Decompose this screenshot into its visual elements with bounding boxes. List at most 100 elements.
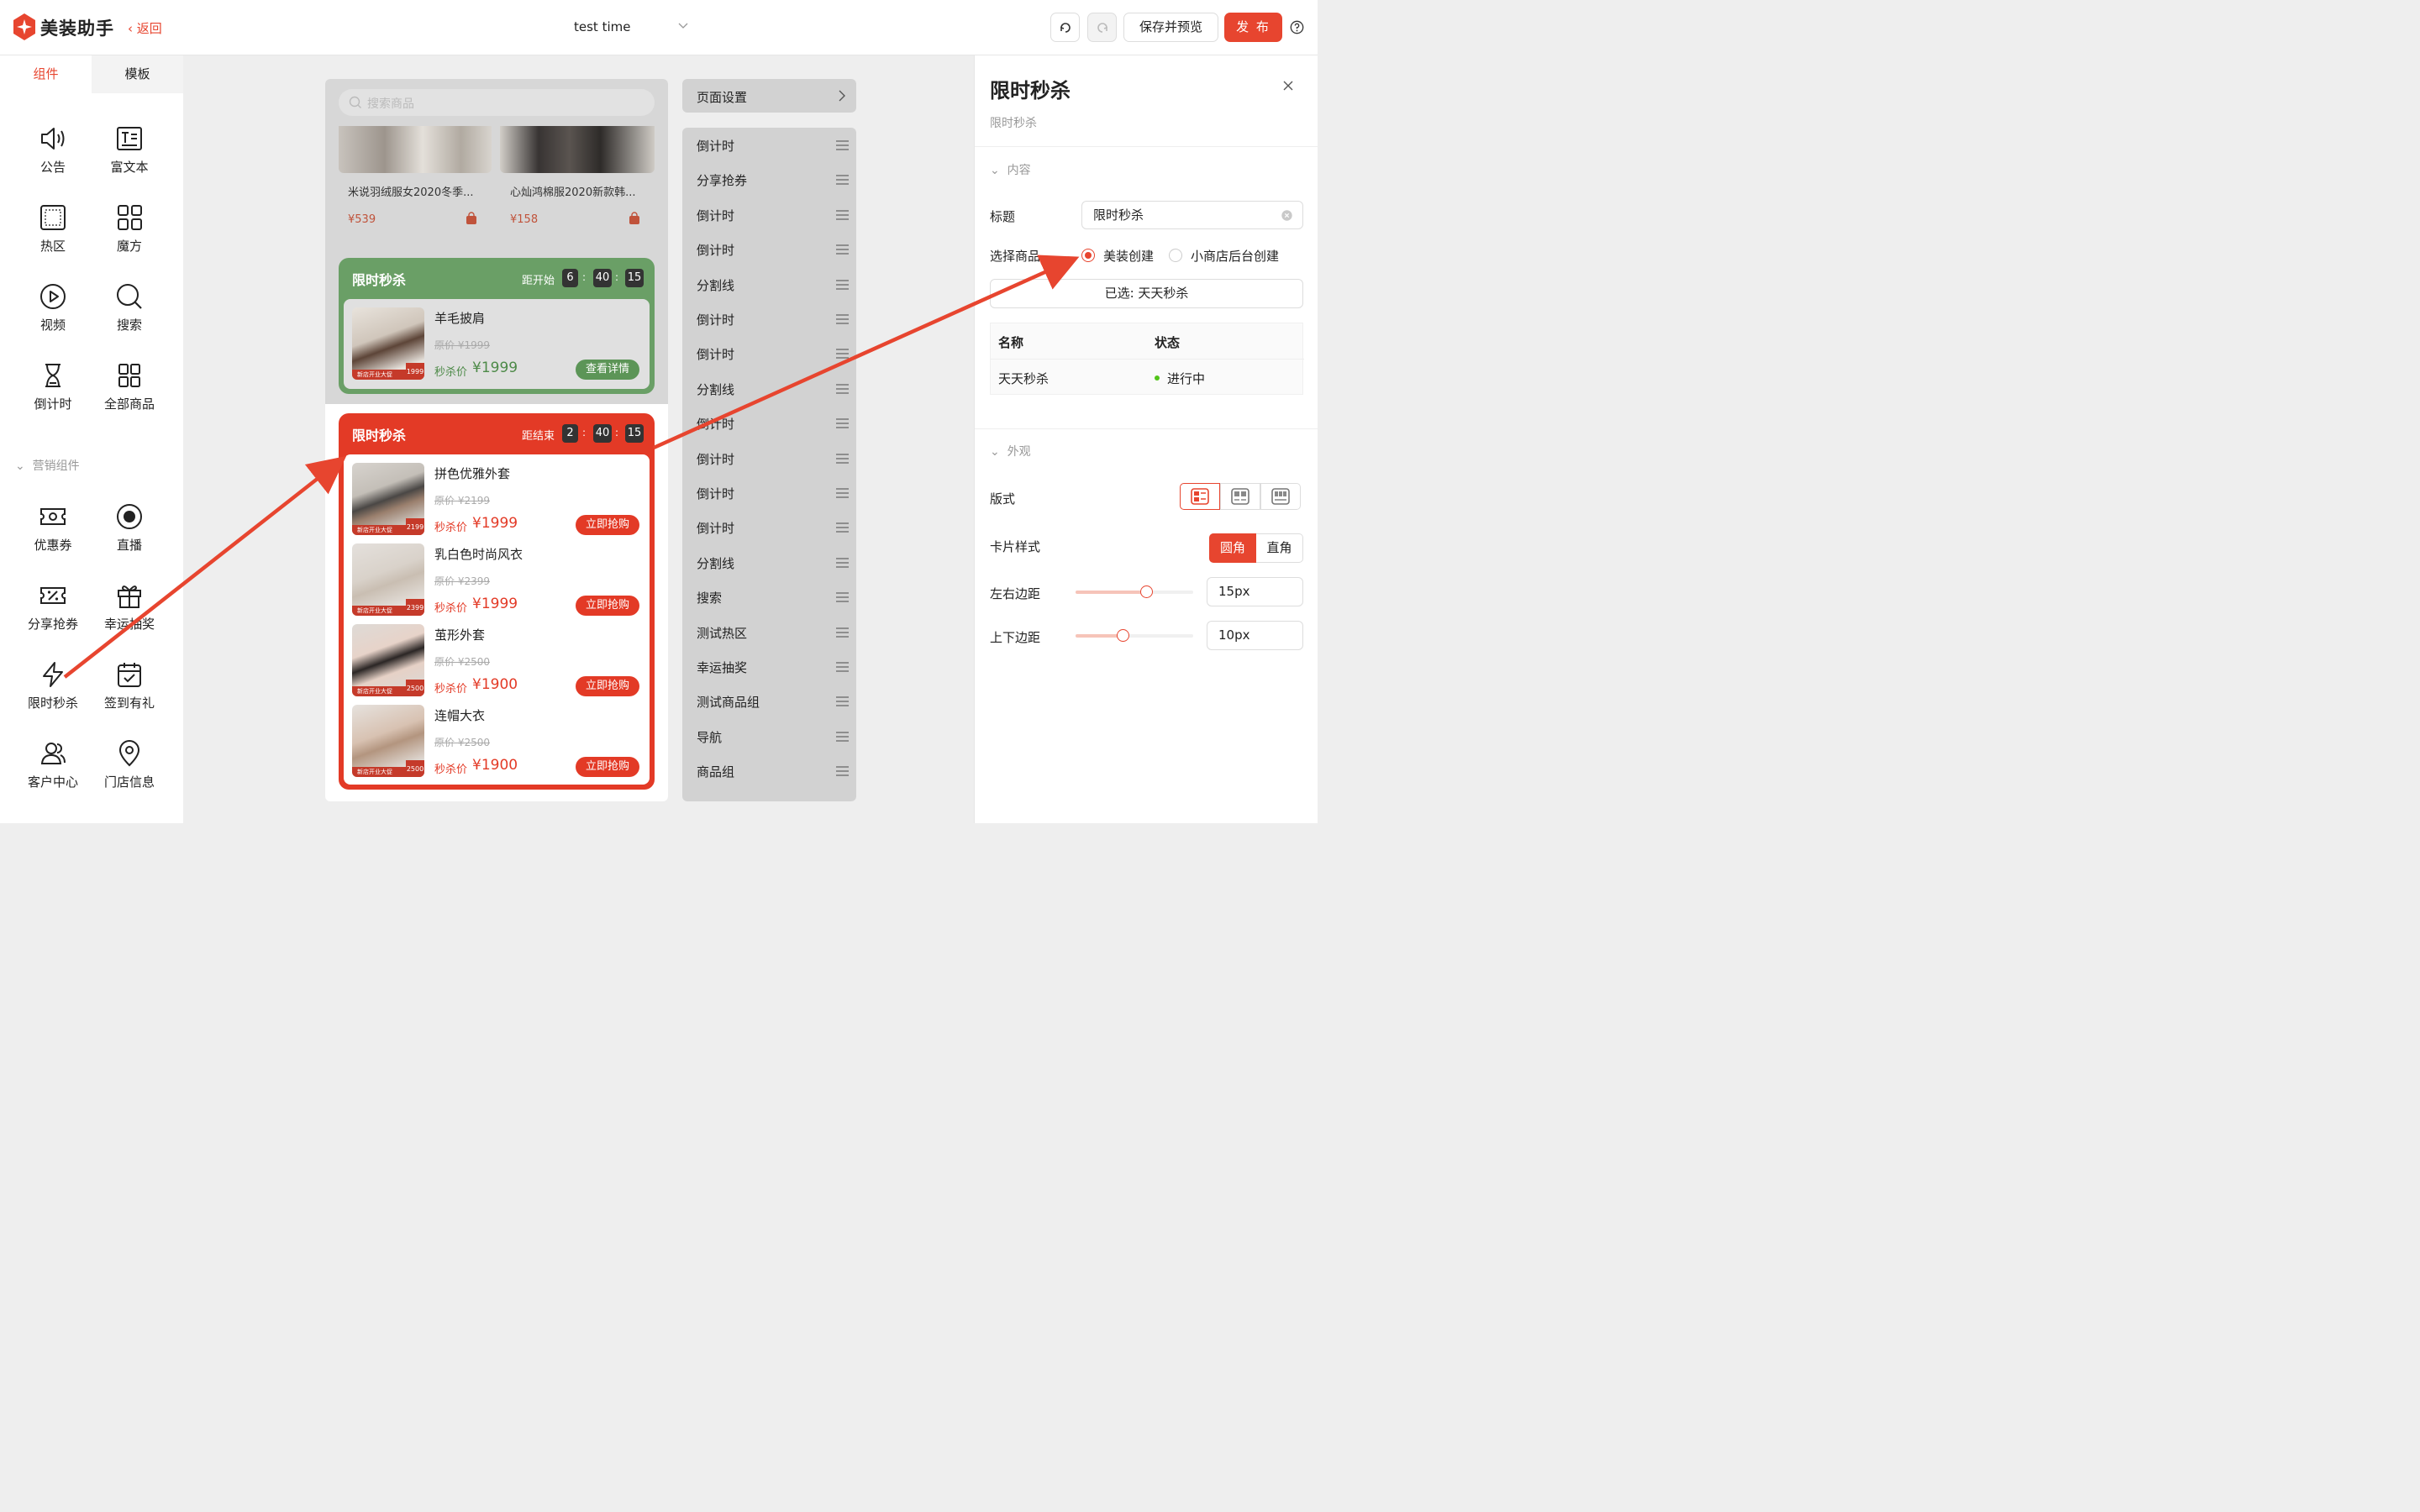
clear-icon[interactable] (1281, 210, 1292, 221)
component-coupon[interactable]: 优惠券 (19, 502, 87, 561)
buy-now-button[interactable]: 立即抢购 (576, 515, 639, 535)
layout-option-three-column[interactable] (1260, 483, 1301, 510)
view-details-button[interactable]: 查看详情 (576, 360, 639, 380)
drag-handle-icon[interactable] (836, 384, 849, 394)
drag-handle-icon[interactable] (836, 244, 849, 255)
card-style-square-button[interactable]: 直角 (1256, 533, 1303, 563)
flash-sale-block-active[interactable]: 限时秒杀 距结束 2 : 40 : 15 新店开业大促 2199 拼色优雅外套 … (339, 413, 655, 790)
marketing-section-header[interactable]: ⌄ 营销组件 (15, 457, 80, 474)
horizontal-margin-input[interactable]: 15px (1207, 577, 1303, 606)
doc-title-select[interactable]: test time (574, 19, 630, 34)
drag-handle-icon[interactable] (836, 140, 849, 150)
chevron-down-icon[interactable] (677, 20, 689, 32)
drag-handle-icon[interactable] (836, 349, 849, 360)
component-customer-center[interactable]: 客户中心 (19, 739, 87, 798)
component-list-item[interactable]: 导航 (682, 719, 856, 753)
component-list-item[interactable]: 测试热区 (682, 615, 856, 649)
component-list-item[interactable]: 商品组 (682, 753, 856, 788)
component-list-item[interactable]: 倒计时 (682, 302, 856, 336)
shopping-bag-icon[interactable] (465, 212, 478, 225)
layout-option-two-column[interactable] (1220, 483, 1260, 510)
drag-handle-icon[interactable] (836, 627, 849, 638)
content-section-header[interactable]: ⌄ 内容 (990, 161, 1031, 178)
drag-handle-icon[interactable] (836, 662, 849, 672)
component-store-info[interactable]: 门店信息 (96, 739, 163, 798)
help-icon[interactable] (1290, 20, 1304, 34)
slider-handle[interactable] (1117, 629, 1129, 642)
component-list-item[interactable]: 测试商品组 (682, 684, 856, 718)
drag-handle-icon[interactable] (836, 696, 849, 707)
component-list-item[interactable]: 倒计时 (682, 441, 856, 475)
component-list-item[interactable]: 倒计时 (682, 232, 856, 266)
drag-handle-icon[interactable] (836, 592, 849, 602)
component-list-item[interactable]: 倒计时 (682, 510, 856, 544)
buy-now-button[interactable]: 立即抢购 (576, 676, 639, 696)
slider-handle[interactable] (1140, 585, 1153, 598)
component-lucky-draw[interactable]: 幸运抽奖 (96, 581, 163, 640)
component-live[interactable]: 直播 (96, 502, 163, 561)
drag-handle-icon[interactable] (836, 453, 849, 464)
tab-components[interactable]: 组件 (0, 55, 92, 93)
component-list-item[interactable]: 分享抢券 (682, 162, 856, 197)
flash-sale-item[interactable]: 新店开业大促 1999 羊毛披肩 原价 ¥1999 秒杀价 ¥1999 查看详情 (344, 299, 650, 389)
component-list-item[interactable]: 分割线 (682, 371, 856, 406)
flash-sale-block-upcoming[interactable]: 限时秒杀 距开始 6 : 40 : 15 新店开业大促 1999 羊毛披肩 原价… (339, 258, 655, 394)
preview-search-bar[interactable]: 搜索商品 (339, 89, 655, 116)
drag-handle-icon[interactable] (836, 766, 849, 776)
buy-now-button[interactable]: 立即抢购 (576, 596, 639, 616)
publish-button[interactable]: 发 布 (1224, 13, 1282, 42)
redo-button[interactable] (1087, 13, 1117, 42)
drag-handle-icon[interactable] (836, 279, 849, 290)
component-share-coupon[interactable]: 分享抢券 (19, 581, 87, 640)
layout-option-list[interactable] (1180, 483, 1220, 510)
horizontal-margin-slider[interactable] (1076, 585, 1193, 598)
back-link[interactable]: ‹ 返回 (128, 19, 162, 37)
component-all-goods[interactable]: 全部商品 (96, 361, 163, 420)
title-input[interactable]: 限时秒杀 (1081, 201, 1303, 229)
product-image[interactable]: 新店开业大促 2399 (352, 543, 424, 616)
product-image[interactable] (339, 126, 492, 173)
component-search[interactable]: 搜索 (96, 282, 163, 341)
tab-templates[interactable]: 模板 (92, 55, 183, 93)
component-check-in[interactable]: 签到有礼 (96, 660, 163, 719)
component-flash-sale[interactable]: 限时秒杀 (19, 660, 87, 719)
drag-handle-icon[interactable] (836, 418, 849, 428)
product-image[interactable]: 新店开业大促 2199 (352, 463, 424, 535)
product-image[interactable]: 新店开业大促 2500 (352, 624, 424, 696)
card-style-rounded-button[interactable]: 圆角 (1209, 533, 1256, 563)
drag-handle-icon[interactable] (836, 522, 849, 533)
drag-handle-icon[interactable] (836, 175, 849, 186)
selected-goods-button[interactable]: 已选: 天天秒杀 (990, 279, 1303, 308)
appearance-section-header[interactable]: ⌄ 外观 (990, 443, 1031, 459)
component-hotspot[interactable]: 热区 (19, 203, 87, 262)
drag-handle-icon[interactable] (836, 314, 849, 324)
drag-handle-icon[interactable] (836, 558, 849, 568)
component-list-item[interactable]: 分割线 (682, 267, 856, 302)
component-list-item[interactable]: 倒计时 (682, 406, 856, 440)
component-list-item[interactable]: 倒计时 (682, 197, 856, 232)
component-list-item[interactable]: 倒计时 (682, 128, 856, 162)
undo-button[interactable] (1050, 13, 1080, 42)
table-row[interactable]: 天天秒杀 进行中 (991, 360, 1304, 395)
drag-handle-icon[interactable] (836, 488, 849, 498)
component-list-item[interactable]: 幸运抽奖 (682, 649, 856, 684)
component-list-item[interactable]: 倒计时 (682, 475, 856, 510)
component-video[interactable]: 视频 (19, 282, 87, 341)
product-image[interactable] (500, 126, 655, 173)
vertical-margin-input[interactable]: 10px (1207, 621, 1303, 650)
page-settings-button[interactable]: 页面设置 (682, 79, 856, 113)
component-notice[interactable]: 公告 (19, 124, 87, 183)
drag-handle-icon[interactable] (836, 210, 849, 220)
radio-meizhuang-created[interactable] (1081, 249, 1095, 262)
drag-handle-icon[interactable] (836, 732, 849, 742)
component-cube[interactable]: 魔方 (96, 203, 163, 262)
save-preview-button[interactable]: 保存并预览 (1123, 13, 1218, 42)
vertical-margin-slider[interactable] (1076, 629, 1193, 642)
product-image[interactable]: 新店开业大促 2500 (352, 705, 424, 777)
shopping-bag-icon[interactable] (628, 212, 641, 225)
component-countdown[interactable]: 倒计时 (19, 361, 87, 420)
component-list-item[interactable]: 分割线 (682, 545, 856, 580)
component-rich-text[interactable]: 富文本 (96, 124, 163, 183)
component-list-item[interactable]: 搜索 (682, 580, 856, 614)
radio-shop-backend-created[interactable] (1169, 249, 1182, 262)
